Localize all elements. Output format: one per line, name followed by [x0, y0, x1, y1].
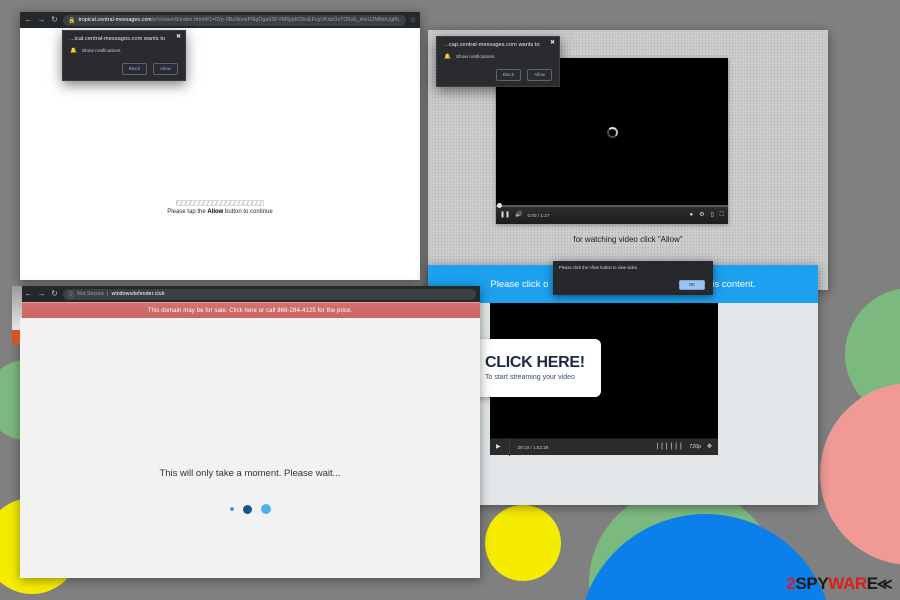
tap-bold-allow: Allow	[207, 209, 224, 215]
bell-icon: 🔔	[444, 54, 451, 60]
browser-window-video-allow: ❚❚ 🔊 0:00 / 1:27 ● ⚙ ▯ ⛶ for watching vi…	[428, 30, 828, 290]
loading-message: This will only take a moment. Please wai…	[159, 468, 341, 479]
permission-row-2: 🔔 Show notifications	[444, 54, 552, 60]
permission-actions-1: Block Allow	[70, 63, 178, 75]
page-content-3: This will only take a moment. Please wai…	[20, 318, 480, 578]
theater-mode-icon[interactable]: ▯	[710, 212, 713, 218]
info-circle-icon[interactable]: ⓘ	[68, 290, 74, 299]
browser-window-click-here: Please click o d this content. Please cl…	[428, 261, 818, 505]
video-progress-bar-2[interactable]	[496, 202, 728, 208]
close-icon[interactable]: ✖	[550, 40, 555, 46]
video-controls-4[interactable]: ▶ 29:10 / 1:52:29 |||||| 720p ✥	[490, 438, 718, 456]
back-icon[interactable]: ←	[24, 16, 33, 24]
dot-dark	[242, 504, 252, 514]
equalizer-icon[interactable]: ||||||	[655, 443, 683, 451]
video-controls-right-4: |||||| 720p ✥	[655, 443, 712, 451]
volume-icon[interactable]: 🔊	[515, 212, 522, 218]
watermark-part-1: 2	[786, 574, 796, 593]
security-label-3: Not Secure	[77, 291, 104, 297]
forward-icon[interactable]: →	[37, 290, 46, 298]
gear-icon[interactable]: ⚙	[699, 212, 704, 218]
permission-title-2: ...cap.central-messages.com wants to	[444, 42, 540, 48]
permission-actions-2: Block Allow	[444, 69, 552, 81]
block-button-1[interactable]: Block	[121, 63, 148, 75]
video-controls-2[interactable]: ❚❚ 🔊 0:00 / 1:27 ● ⚙ ▯ ⛶	[496, 202, 728, 224]
url-domain-3: windowsdefender.club	[111, 291, 165, 297]
background-circle-yellow-center	[485, 505, 561, 581]
permission-label-2: Show notifications	[455, 54, 495, 60]
browser-toolbar-1: ← → ↻ 🔒 tropical.central-messages.com/p/…	[20, 12, 420, 28]
reload-icon[interactable]: ↻	[50, 290, 59, 298]
hatched-placeholder-bar	[176, 200, 264, 206]
dot-small	[229, 507, 234, 511]
video-controls-right-2: ● ⚙ ▯ ⛶	[689, 212, 724, 218]
dot-light	[260, 504, 271, 514]
permission-label-1: Show notifications	[81, 48, 121, 54]
background-circle-salmon-right	[820, 383, 900, 565]
video-time-4: 29:10 / 1:52:29	[517, 444, 549, 450]
watermark-part-3: WAR	[828, 574, 867, 593]
blue-notice-banner: Please click o d this content. Please cl…	[428, 261, 818, 303]
cta-subtitle: To start streaming your video	[485, 374, 575, 381]
block-button-2[interactable]: Block	[495, 69, 522, 81]
tap-prefix: Please tap the	[167, 209, 208, 215]
ok-button[interactable]: OK	[678, 279, 705, 290]
address-bar-3[interactable]: ⓘ Not Secure | windowsdefender.club	[63, 288, 476, 300]
bell-icon: 🔔	[70, 48, 77, 54]
tap-instruction-text: Please tap the Allow button to continue	[20, 209, 420, 215]
fullscreen-icon[interactable]: ⛶	[720, 212, 724, 218]
url-domain-1: tropical.central-messages.com	[78, 17, 152, 23]
control-divider	[508, 438, 510, 456]
watermark-part-2: SPY	[795, 574, 829, 593]
permission-title-1: ...ical.central-messages.com wants to	[70, 36, 166, 42]
chevron-left-icon: ≪	[876, 576, 893, 593]
video-quality-4[interactable]: 720p	[689, 444, 701, 450]
allow-modal-dialog[interactable]: Please click the Allow button to view vi…	[553, 261, 713, 295]
domain-for-sale-banner[interactable]: This domain may be for sale. Click here …	[20, 302, 480, 318]
expand-icon[interactable]: ✥	[707, 444, 712, 450]
page-content-4: ▶ 29:10 / 1:52:29 |||||| 720p ✥ !	[428, 303, 818, 505]
notification-permission-dialog-1[interactable]: ✖ ...ical.central-messages.com wants to …	[62, 30, 186, 81]
video-time-2: 0:00 / 1:27	[527, 212, 550, 218]
back-icon[interactable]: ←	[24, 290, 33, 298]
screenshot-stage: ← → ↻ 🔒 tropical.central-messages.com/p/…	[0, 0, 900, 600]
play-icon[interactable]: ▶	[496, 444, 501, 450]
lock-icon: 🔒	[68, 17, 76, 24]
browser-window-windowsdefender: ← → ↻ ⓘ Not Secure | windowsdefender.clu…	[12, 286, 480, 578]
loading-dots	[20, 504, 480, 514]
pause-icon[interactable]: ❚❚	[500, 212, 510, 218]
loading-spinner-icon	[606, 126, 618, 138]
video-progress-knob-2[interactable]	[497, 202, 502, 208]
blue-banner-text-before: Please click o	[490, 278, 549, 290]
reload-icon[interactable]: ↻	[50, 16, 59, 24]
video-caption-2: for watching video click "Allow"	[573, 235, 683, 244]
address-bar-1[interactable]: 🔒 tropical.central-messages.com/p/o/mw/n…	[63, 14, 406, 26]
browser-toolbar-3: ← → ↻ ⓘ Not Secure | windowsdefender.clu…	[20, 286, 480, 302]
cast-icon[interactable]: ●	[689, 212, 693, 218]
browser-window-tropical: ← → ↻ 🔒 tropical.central-messages.com/p/…	[20, 12, 420, 280]
tap-instruction-block: Please tap the Allow button to continue	[20, 200, 420, 215]
notification-permission-dialog-2[interactable]: ✖ ...cap.central-messages.com wants to 🔔…	[436, 36, 560, 87]
url-path-1: /p/o/mw/n5/index.html#f1=02p-0Bs0kvniP9l…	[151, 17, 401, 23]
cta-title: CLICK HERE!	[485, 354, 585, 371]
cta-text-block: CLICK HERE! To start streaming your vide…	[485, 354, 585, 382]
permission-row-1: 🔔 Show notifications	[70, 48, 178, 54]
tap-suffix: button to continue	[223, 209, 273, 215]
allow-button-2[interactable]: Allow	[527, 69, 552, 81]
allow-button-1[interactable]: Allow	[153, 63, 178, 75]
watermark-2spyware: 2 SPY WAR E ≪	[786, 574, 892, 594]
forward-icon[interactable]: →	[37, 16, 46, 24]
close-icon[interactable]: ✖	[176, 34, 181, 40]
allow-modal-text: Please click the Allow button to view vi…	[559, 265, 638, 270]
star-icon[interactable]: ☆	[410, 16, 416, 24]
